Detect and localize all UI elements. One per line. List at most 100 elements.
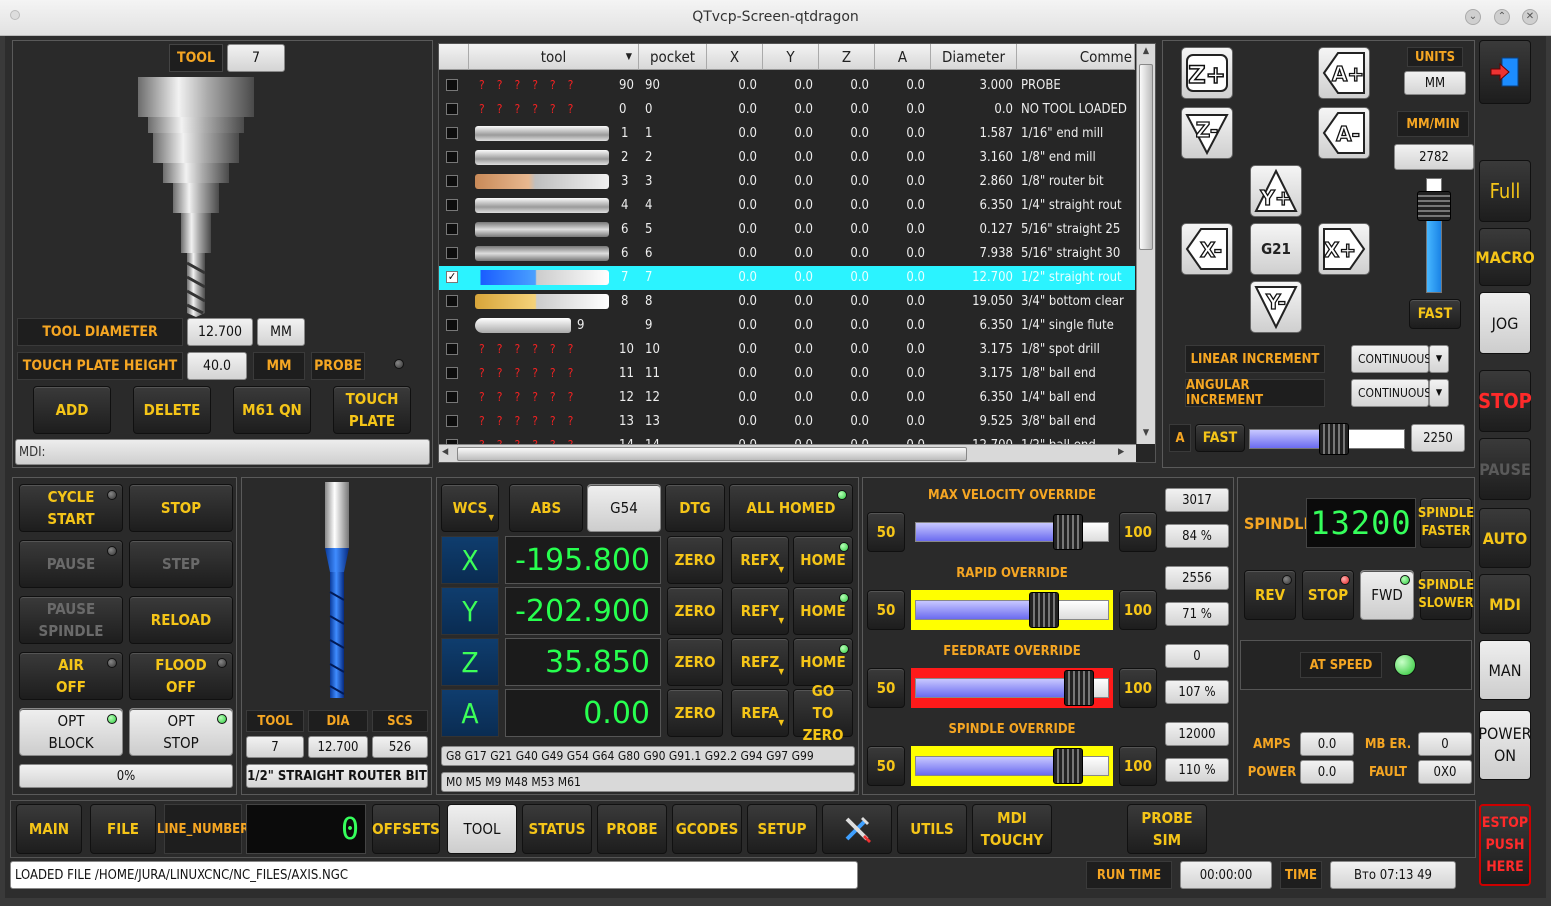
jog-x-plus-button[interactable]: X+ xyxy=(1318,223,1370,275)
table-header-z[interactable]: Z xyxy=(819,44,875,70)
table-row[interactable]: 6 6 0.0 0.0 0.0 0.0 7.938 5/16" straight 30 xyxy=(439,242,1135,266)
close-icon[interactable]: ✕ xyxy=(1522,9,1538,25)
slider-knob[interactable] xyxy=(1053,514,1083,550)
ref-a-button[interactable]: REFA ▼ xyxy=(731,689,789,737)
scroll-right-icon[interactable]: ▶ xyxy=(1118,447,1124,457)
tab-main[interactable]: MAIN xyxy=(16,804,82,854)
tab-probe-sim[interactable]: PROBE SIM xyxy=(1127,804,1207,854)
row-checkbox[interactable] xyxy=(446,415,458,427)
ref-z-button[interactable]: REFZ ▼ xyxy=(731,638,789,686)
jog-a-minus-button[interactable]: A- xyxy=(1318,107,1370,159)
override-slider[interactable] xyxy=(911,668,1113,708)
table-row[interactable]: 4 4 0.0 0.0 0.0 0.0 6.350 1/4" straight rout xyxy=(439,194,1135,218)
wcs-button[interactable]: WCS ▼ xyxy=(441,484,499,532)
dtg-button[interactable]: DTG xyxy=(665,484,725,532)
zero-a-button[interactable]: ZERO xyxy=(667,689,723,737)
table-header-y[interactable]: Y xyxy=(763,44,819,70)
tab-gcodes[interactable]: GCODES xyxy=(672,804,742,854)
row-checkbox[interactable] xyxy=(446,127,458,139)
tool-table[interactable]: tool ▼ pocket X Y Z A Diameter Comme ????… xyxy=(438,43,1156,463)
angular-increment-select[interactable]: CONTINUOUS xyxy=(1351,379,1431,407)
table-row[interactable]: ✓ 7 7 0.0 0.0 0.0 0.0 12.700 1/2" straight rout xyxy=(439,266,1135,290)
row-checkbox[interactable] xyxy=(446,151,458,163)
table-row[interactable]: ?????? 90 90 0.0 0.0 0.0 0.0 3.000 PROBE xyxy=(439,74,1135,98)
abs-button[interactable]: ABS xyxy=(509,484,583,532)
table-row[interactable]: 3 3 0.0 0.0 0.0 0.0 2.860 1/8" router bit xyxy=(439,170,1135,194)
macro-button[interactable]: MACRO xyxy=(1475,228,1535,286)
maximize-icon[interactable]: ⌃ xyxy=(1494,9,1510,25)
auto-mode-button[interactable]: AUTO xyxy=(1479,508,1531,568)
ref-y-button[interactable]: REFY ▼ xyxy=(731,587,789,635)
table-row[interactable]: 9 9 0.0 0.0 0.0 0.0 6.350 1/4" single flute xyxy=(439,314,1135,338)
override-slider[interactable] xyxy=(911,590,1113,630)
delete-tool-button[interactable]: DELETE xyxy=(133,386,211,434)
estop-button[interactable]: ESTOP PUSH HERE xyxy=(1479,804,1531,886)
override-100-button[interactable]: 100 xyxy=(1119,512,1157,552)
override-50-button[interactable]: 50 xyxy=(867,668,905,708)
tab-status[interactable]: STATUS xyxy=(522,804,592,854)
row-checkbox[interactable] xyxy=(446,319,458,331)
table-row[interactable]: 8 8 0.0 0.0 0.0 0.0 19.050 3/4" bottom clear xyxy=(439,290,1135,314)
stop-side-button[interactable]: STOP xyxy=(1478,370,1532,432)
slider-knob[interactable] xyxy=(1064,670,1094,706)
step-button[interactable]: STEP xyxy=(129,540,233,588)
home-a-button[interactable]: GO TO ZERO xyxy=(793,682,853,744)
row-checkbox[interactable] xyxy=(446,223,458,235)
zero-z-button[interactable]: ZERO xyxy=(667,638,723,686)
pause-spindle-button[interactable]: PAUSE SPINDLE xyxy=(19,596,123,644)
ref-x-button[interactable]: REFX ▼ xyxy=(731,536,789,584)
a-fast-button[interactable]: FAST xyxy=(1195,424,1245,452)
linear-increment-select[interactable]: CONTINUOUS xyxy=(1351,345,1431,373)
override-50-button[interactable]: 50 xyxy=(867,590,905,630)
tab-tools-icon-button[interactable] xyxy=(822,804,892,854)
exit-button[interactable] xyxy=(1479,40,1531,104)
jog-z-minus-button[interactable]: Z- xyxy=(1181,107,1233,159)
power-on-button[interactable]: POWER ON xyxy=(1478,710,1532,780)
override-100-button[interactable]: 100 xyxy=(1119,746,1157,786)
fullscreen-button[interactable]: Full xyxy=(1479,160,1531,222)
row-checkbox[interactable] xyxy=(446,343,458,355)
table-row[interactable]: ?????? 13 13 0.0 0.0 0.0 0.0 9.525 3/8" ball end xyxy=(439,410,1135,434)
horizontal-scroll-thumb[interactable] xyxy=(457,447,967,461)
angular-increment-dropdown-icon[interactable]: ▼ xyxy=(1429,379,1449,407)
m61-button[interactable]: M61 QN xyxy=(233,386,311,434)
units-code-button[interactable]: G21 xyxy=(1250,223,1302,275)
spindle-slower-button[interactable]: SPINDLE SLOWER xyxy=(1418,570,1474,620)
a-rate-slider[interactable] xyxy=(1249,423,1409,455)
jog-fast-button[interactable]: FAST xyxy=(1409,299,1461,329)
override-slider[interactable] xyxy=(911,512,1113,552)
tab-file[interactable]: FILE xyxy=(90,804,156,854)
row-checkbox[interactable] xyxy=(446,367,458,379)
mdi-mode-button[interactable]: MDI xyxy=(1479,574,1531,634)
manual-mode-button[interactable]: MAN xyxy=(1479,640,1531,700)
table-row[interactable]: ?????? 12 12 0.0 0.0 0.0 0.0 6.350 1/4" ball end xyxy=(439,386,1135,410)
zero-x-button[interactable]: ZERO xyxy=(667,536,723,584)
jog-x-minus-button[interactable]: X- xyxy=(1181,223,1233,275)
pause-side-button[interactable]: PAUSE xyxy=(1479,438,1531,500)
jog-z-plus-button[interactable]: Z+ xyxy=(1181,47,1233,99)
table-header-diameter[interactable]: Diameter xyxy=(931,44,1017,70)
reload-button[interactable]: RELOAD xyxy=(129,596,233,644)
row-checkbox[interactable]: ✓ xyxy=(446,271,458,283)
override-50-button[interactable]: 50 xyxy=(867,512,905,552)
override-100-button[interactable]: 100 xyxy=(1119,590,1157,630)
row-checkbox[interactable] xyxy=(446,79,458,91)
row-checkbox[interactable] xyxy=(446,391,458,403)
table-row[interactable]: ?????? 10 10 0.0 0.0 0.0 0.0 3.175 1/8" spot dri… xyxy=(439,338,1135,362)
tab-offsets[interactable]: OFFSETS xyxy=(372,804,440,854)
jog-rate-knob[interactable] xyxy=(1417,191,1451,221)
row-checkbox[interactable] xyxy=(446,295,458,307)
row-checkbox[interactable] xyxy=(446,199,458,211)
a-rate-knob[interactable] xyxy=(1319,423,1349,455)
touch-plate-height-field[interactable]: 40.0 xyxy=(187,352,247,380)
stop-button[interactable]: STOP xyxy=(129,484,233,532)
spindle-faster-button[interactable]: SPINDLE FASTER xyxy=(1418,498,1474,548)
table-header-x[interactable]: X xyxy=(707,44,763,70)
scroll-down-icon[interactable]: ▼ xyxy=(1139,428,1153,442)
table-row[interactable]: ?????? 11 11 0.0 0.0 0.0 0.0 3.175 1/8" ball end xyxy=(439,362,1135,386)
touch-plate-button[interactable]: TOUCH PLATE xyxy=(333,386,411,434)
vertical-scrollbar[interactable]: ▲ ▼ xyxy=(1136,44,1155,444)
tab-tool[interactable]: TOOL xyxy=(447,804,517,854)
tab-utils[interactable]: UTILS xyxy=(897,804,967,854)
jog-y-plus-button[interactable]: Y+ xyxy=(1250,165,1302,217)
